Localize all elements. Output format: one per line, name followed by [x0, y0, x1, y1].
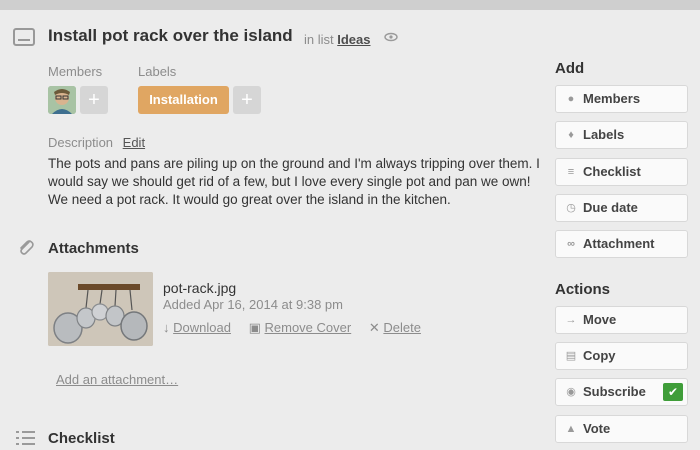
add-due-date-button[interactable]: ◷ Due date	[555, 194, 688, 222]
download-link[interactable]: Download	[173, 320, 231, 335]
vote-button[interactable]: ▲ Vote	[555, 415, 688, 443]
tag-icon: ♦	[568, 129, 574, 141]
add-members-label: Members	[583, 91, 641, 106]
add-due-date-label: Due date	[583, 200, 638, 215]
edit-description-link[interactable]: Edit	[123, 135, 145, 150]
clock-icon: ◷	[566, 202, 576, 214]
move-button[interactable]: → Move	[555, 306, 688, 334]
add-checklist-button[interactable]: ≡ Checklist	[555, 158, 688, 186]
add-labels-button[interactable]: ♦ Labels	[555, 121, 688, 149]
copy-icon: ▤	[565, 350, 577, 362]
add-attachment-button[interactable]: ∞ Attachment	[555, 230, 688, 258]
description-label: Description	[48, 135, 114, 150]
card-title[interactable]: Install pot rack over the island	[48, 26, 293, 46]
person-icon: ●	[567, 93, 575, 105]
copy-button[interactable]: ▤ Copy	[555, 342, 688, 370]
thumbs-up-icon: ▲	[565, 423, 577, 435]
avatar-image	[48, 86, 76, 114]
actions-heading: Actions	[555, 281, 611, 298]
move-label: Move	[583, 312, 617, 327]
card-cover-icon: ▣	[248, 320, 261, 335]
avatar[interactable]	[48, 86, 76, 114]
close-icon: ✕	[368, 320, 380, 335]
arrow-right-icon: →	[565, 314, 577, 326]
eye-icon: ◉	[566, 386, 576, 398]
attachments-heading: Attachments	[48, 240, 139, 257]
checklist-heading: Checklist	[48, 430, 115, 447]
remove-cover-link[interactable]: Remove Cover	[265, 320, 352, 335]
list-icon: ≡	[567, 166, 575, 178]
eye-icon	[384, 32, 398, 42]
members-label: Members	[48, 64, 103, 79]
in-list-text: in list Ideas	[304, 32, 371, 47]
add-members-button[interactable]: ● Members	[555, 85, 688, 113]
label-chip-installation[interactable]: Installation	[138, 86, 229, 114]
checklist-icon	[16, 431, 35, 445]
attachment-added-date: Added Apr 16, 2014 at 9:38 pm	[163, 297, 343, 312]
list-link[interactable]: Ideas	[337, 32, 370, 47]
card-icon	[13, 28, 35, 46]
add-member-button[interactable]: +	[80, 86, 108, 114]
vote-label: Vote	[583, 421, 611, 436]
add-attachment-link[interactable]: Add an attachment…	[56, 372, 178, 387]
paperclip-icon: ∞	[567, 238, 575, 250]
add-heading: Add	[555, 60, 585, 77]
attachment-actions: ↓ Download ▣ Remove Cover ✕ Delete	[163, 320, 435, 336]
attachment-filename[interactable]: pot-rack.jpg	[163, 280, 236, 296]
description-header: Description Edit	[48, 135, 145, 150]
paperclip-icon	[20, 240, 34, 255]
add-attachment-label: Attachment	[583, 236, 655, 251]
attachment-thumbnail[interactable]	[48, 272, 153, 346]
delete-link[interactable]: Delete	[383, 320, 421, 335]
description-text[interactable]: The pots and pans are piling up on the g…	[48, 155, 544, 209]
labels-label: Labels	[138, 64, 177, 79]
subscribe-button[interactable]: ◉ Subscribe ✔	[555, 378, 688, 406]
download-icon: ↓	[163, 320, 170, 335]
pot-rack-image	[48, 272, 153, 346]
top-strip	[0, 0, 700, 10]
subscribe-label: Subscribe	[583, 384, 646, 399]
add-label-button[interactable]: +	[233, 86, 261, 114]
add-labels-label: Labels	[583, 127, 625, 142]
add-checklist-label: Checklist	[583, 164, 641, 179]
in-list-prefix: in list	[304, 32, 334, 47]
checkmark-icon: ✔	[663, 383, 683, 401]
copy-label: Copy	[583, 348, 616, 363]
